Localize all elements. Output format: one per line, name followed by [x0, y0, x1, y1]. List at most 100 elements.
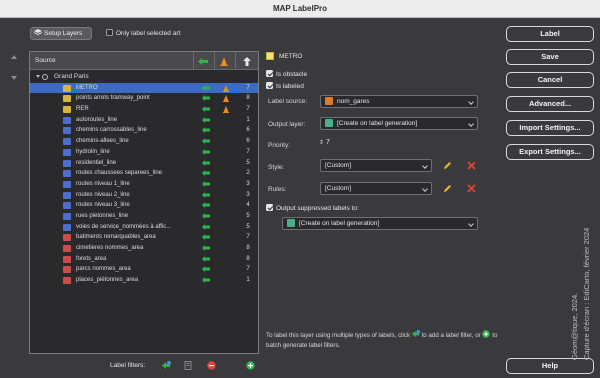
layer-priority[interactable]: 4	[243, 200, 253, 211]
layer-priority[interactable]: 2	[243, 168, 253, 179]
label-toggle-icon[interactable]	[202, 277, 210, 284]
label-toggle-icon[interactable]	[202, 255, 210, 262]
label-button[interactable]: Label	[506, 26, 594, 42]
layer-row[interactable]: hydrolin_line 7	[30, 147, 258, 158]
priority-value[interactable]: 7	[326, 139, 330, 146]
layer-priority[interactable]: 3	[243, 190, 253, 201]
layer-row[interactable]: batiments remarquables_area 7	[30, 232, 258, 243]
move-up-arrow-icon[interactable]	[11, 55, 17, 59]
layer-priority[interactable]: 7	[243, 147, 253, 158]
expand-caret-icon[interactable]	[36, 75, 40, 78]
save-button[interactable]: Save	[506, 49, 594, 65]
label-toggle-icon[interactable]	[202, 180, 210, 187]
checkbox-box[interactable]	[106, 29, 113, 36]
obstacle-cone-icon[interactable]	[223, 84, 229, 92]
label-toggle-icon[interactable]	[202, 191, 210, 198]
layer-priority[interactable]: 1	[243, 115, 253, 126]
rules-select[interactable]: [Custom]	[320, 182, 432, 195]
layer-row[interactable]: points arrets tramway_point 8	[30, 93, 258, 104]
layer-row[interactable]: chemins-allees_line 6	[30, 136, 258, 147]
layer-priority[interactable]: 1	[243, 275, 253, 286]
label-toggle-icon[interactable]	[202, 212, 210, 219]
layer-priority[interactable]: 7	[243, 83, 253, 94]
layer-priority[interactable]: 6	[243, 136, 253, 147]
layer-row[interactable]: routes chaussees separees_line 2	[30, 168, 258, 179]
layer-priority[interactable]: 8	[243, 254, 253, 265]
layer-row[interactable]: residentiel_line 5	[30, 158, 258, 169]
style-select[interactable]: [Custom]	[320, 159, 432, 172]
layer-row[interactable]: routes niveau 2_line 3	[30, 190, 258, 201]
layer-tree[interactable]: Source Grand Paris METRO 7 points arrets t…	[29, 51, 259, 354]
label-toggle-icon[interactable]	[202, 159, 210, 166]
obstacle-column-header[interactable]	[214, 52, 233, 70]
layer-row[interactable]: voies de service_nommées à affic... 5	[30, 222, 258, 233]
label-toggle-icon[interactable]	[202, 266, 210, 273]
label-toggle-icon[interactable]	[202, 116, 210, 123]
layer-row[interactable]: METRO 7	[30, 82, 258, 94]
label-toggle-icon[interactable]	[202, 127, 210, 134]
layer-priority[interactable]: 5	[243, 211, 253, 222]
output-layer-select[interactable]: [Create on label generation]	[320, 117, 478, 130]
label-toggle-icon[interactable]	[202, 84, 210, 91]
clear-rules-x-icon[interactable]	[467, 184, 476, 193]
label-toggle-icon[interactable]	[202, 202, 210, 209]
move-down-arrow-icon[interactable]	[11, 76, 17, 80]
layer-row[interactable]: parcs nommes_area 7	[30, 264, 258, 275]
layer-row[interactable]: routes niveau 3_line 4	[30, 200, 258, 211]
edit-style-pencil-icon[interactable]	[443, 161, 452, 170]
stepper-arrows-icon[interactable]: ⇕	[319, 140, 324, 146]
only-label-selected-checkbox[interactable]: Only label selected art	[106, 29, 180, 37]
obstacle-cone-icon[interactable]	[223, 95, 229, 103]
duplicate-filter-icon[interactable]	[184, 361, 193, 370]
layer-row[interactable]: places_piétonnes_area 1	[30, 275, 258, 286]
layer-priority[interactable]: 7	[243, 104, 253, 115]
label-source-select[interactable]: nom_gares	[320, 95, 478, 108]
cancel-button[interactable]: Cancel	[506, 72, 594, 88]
label-toggle-icon[interactable]	[202, 138, 210, 145]
labeled-column-header[interactable]	[193, 52, 212, 70]
label-toggle-icon[interactable]	[202, 106, 210, 113]
layer-priority[interactable]: 8	[243, 243, 253, 254]
clear-style-x-icon[interactable]	[467, 161, 476, 170]
group-row[interactable]: Grand Paris	[30, 72, 258, 83]
polygon-layer-icon	[63, 266, 71, 274]
layer-priority[interactable]: 7	[243, 232, 253, 243]
layer-row[interactable]: RER 7	[30, 104, 258, 115]
layer-priority[interactable]: 7	[243, 264, 253, 275]
layer-priority[interactable]: 6	[243, 125, 253, 136]
layer-priority[interactable]: 3	[243, 179, 253, 190]
label-toggle-icon[interactable]	[202, 245, 210, 251]
edit-rules-pencil-icon[interactable]	[443, 184, 452, 193]
layer-row[interactable]: rues pietonnes_line 5	[30, 211, 258, 222]
layer-row[interactable]: forets_area 8	[30, 254, 258, 265]
is-obstacle-checkbox[interactable]: Is obstacle	[266, 70, 307, 78]
layer-row[interactable]: routes niveau 1_line 3	[30, 179, 258, 190]
layer-priority[interactable]: 8	[243, 93, 253, 104]
label-toggle-icon[interactable]	[202, 170, 210, 177]
layer-row[interactable]: cimetieres nommes_area 8	[30, 243, 258, 254]
suppressed-output-select[interactable]: [Create on label generation]	[282, 217, 478, 230]
output-suppressed-checkbox[interactable]: Output suppressed labels to:	[266, 204, 359, 212]
setup-layers-button[interactable]: Setup Layers	[30, 27, 92, 40]
layer-priority[interactable]: 5	[243, 222, 253, 233]
layer-priority[interactable]: 5	[243, 158, 253, 169]
is-labeled-box[interactable]	[266, 82, 273, 89]
layer-row[interactable]: chemins carrossables_line 6	[30, 125, 258, 136]
label-toggle-icon[interactable]	[202, 95, 210, 102]
layer-row[interactable]: autoroutes_line 1	[30, 115, 258, 126]
remove-filter-icon[interactable]	[207, 361, 216, 370]
label-toggle-icon[interactable]	[202, 234, 210, 241]
output-suppressed-box[interactable]	[266, 204, 273, 211]
is-labeled-checkbox[interactable]: Is labeled	[266, 82, 304, 90]
import-settings-button[interactable]: Import Settings...	[506, 120, 594, 136]
label-toggle-icon[interactable]	[202, 148, 210, 155]
priority-column-header[interactable]	[235, 52, 258, 70]
obstacle-cone-icon[interactable]	[223, 106, 229, 114]
is-obstacle-box[interactable]	[266, 70, 273, 77]
batch-add-filter-icon[interactable]	[246, 361, 255, 370]
label-toggle-icon[interactable]	[202, 223, 210, 230]
advanced-button[interactable]: Advanced...	[506, 96, 594, 112]
add-filter-icon[interactable]	[162, 361, 171, 370]
source-column-header[interactable]: Source	[35, 57, 56, 64]
priority-stepper[interactable]: ⇕ 7	[319, 139, 330, 146]
